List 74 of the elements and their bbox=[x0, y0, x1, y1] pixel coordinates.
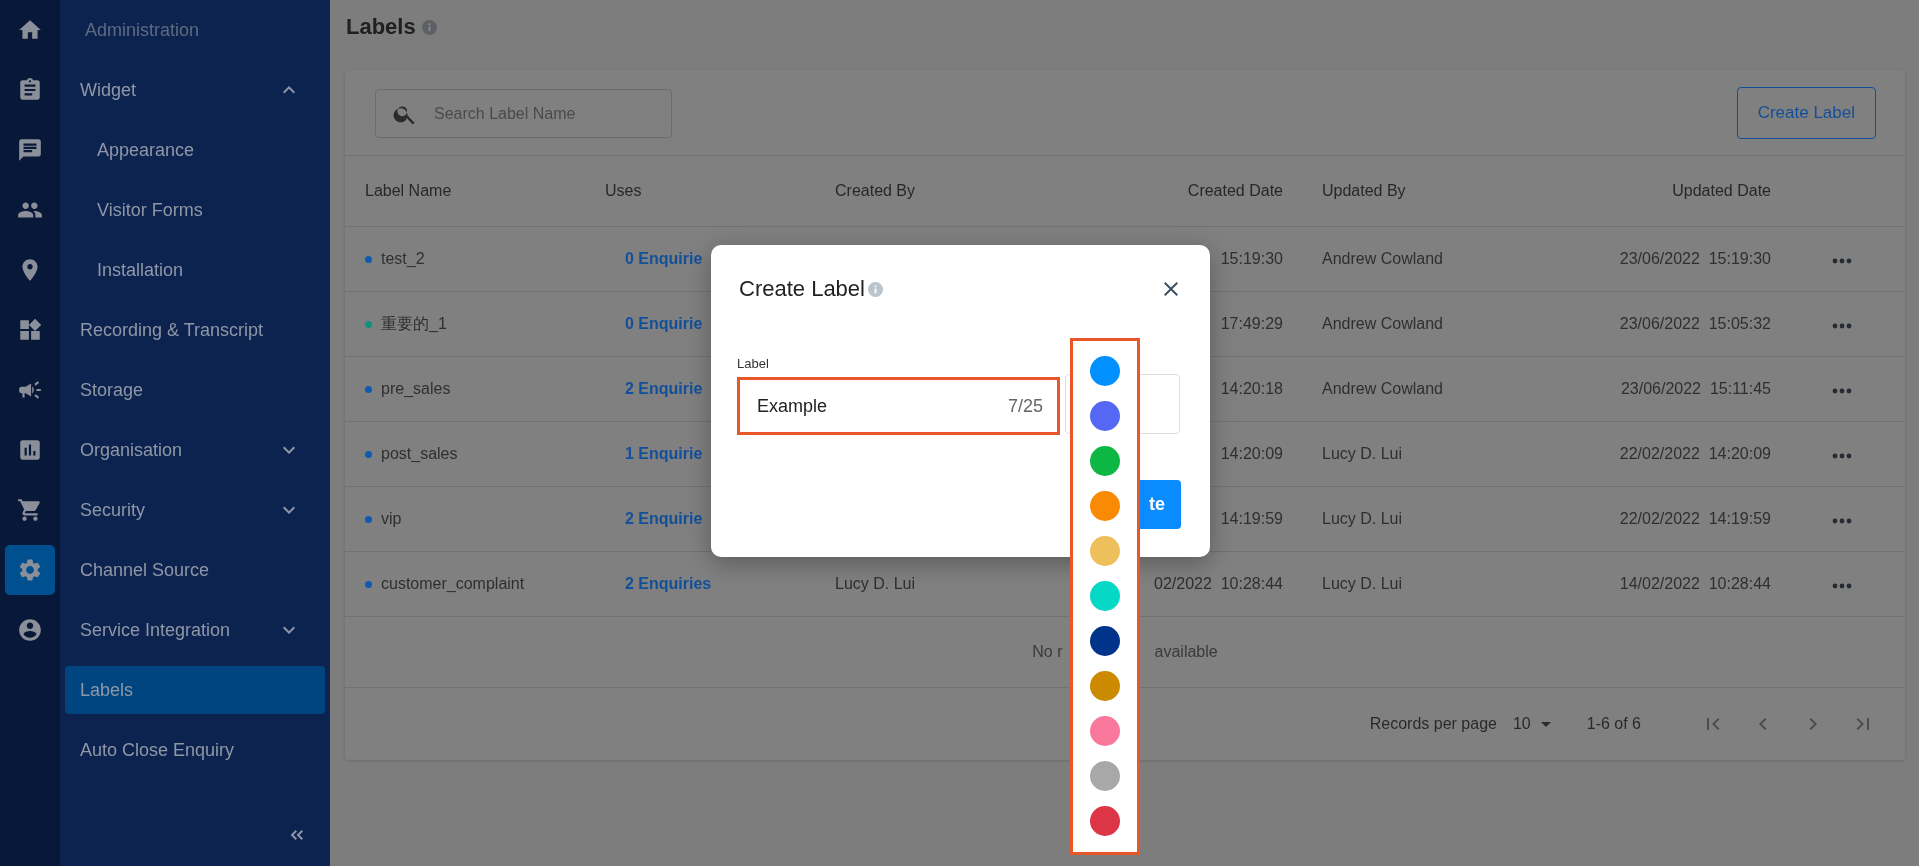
empty-message: available bbox=[1154, 643, 1218, 661]
table-cell: Andrew Cowland bbox=[1322, 250, 1443, 267]
color-swatch[interactable] bbox=[1090, 716, 1120, 746]
table-cell: 14/02/2022 10:28:44 bbox=[1619, 575, 1771, 592]
sidebar-item[interactable]: Auto Close Enquiry bbox=[65, 726, 325, 774]
dialog-title: Create Label bbox=[739, 276, 865, 302]
color-swatch[interactable] bbox=[1090, 356, 1120, 386]
table-cell: Lucy D. Lui bbox=[1322, 575, 1403, 592]
color-swatch[interactable] bbox=[1090, 446, 1120, 476]
column-header: Label Name bbox=[365, 182, 453, 200]
page-range: 1-6 of 6 bbox=[1586, 715, 1641, 733]
more-icon[interactable] bbox=[1831, 388, 1852, 394]
more-icon[interactable] bbox=[1831, 518, 1852, 524]
table-cell: Lucy D. Lui bbox=[1322, 445, 1403, 462]
table-cell: pre_sales bbox=[381, 380, 451, 398]
table-cell: Andrew Cowland bbox=[1322, 315, 1443, 332]
table-cell: 14:20:18 bbox=[1220, 380, 1283, 397]
color-swatch[interactable] bbox=[1090, 536, 1120, 566]
color-swatch[interactable] bbox=[1090, 491, 1120, 521]
sidebar-item[interactable]: Channel Source bbox=[65, 546, 325, 594]
sidebar-heading: Administration bbox=[84, 19, 200, 41]
table-cell: 22/02/2022 14:20:09 bbox=[1619, 445, 1771, 462]
info-icon bbox=[421, 19, 437, 35]
page-title: Labels bbox=[346, 14, 416, 40]
sidebar-item[interactable]: Recording & Transcript bbox=[65, 306, 325, 354]
settings-icon[interactable] bbox=[5, 545, 55, 595]
sidebar-item[interactable]: Widget bbox=[65, 66, 325, 114]
color-swatch[interactable] bbox=[1090, 581, 1120, 611]
sidebar-item[interactable]: Storage bbox=[65, 366, 325, 414]
column-header: Uses bbox=[605, 182, 643, 200]
column-header: Created Date bbox=[1186, 182, 1284, 200]
sidebar-item[interactable]: Security bbox=[65, 486, 325, 534]
sidebar-item[interactable]: Visitor Forms bbox=[65, 186, 325, 234]
info-icon bbox=[868, 281, 883, 297]
table-cell: vip bbox=[381, 510, 402, 528]
more-icon[interactable] bbox=[1831, 583, 1852, 589]
more-icon[interactable] bbox=[1831, 453, 1852, 459]
color-swatch[interactable] bbox=[1090, 761, 1120, 791]
empty-message: No r bbox=[1032, 643, 1063, 661]
table-cell: Lucy D. Lui bbox=[1322, 510, 1403, 527]
table-cell-text: 重要的_1 bbox=[381, 313, 447, 334]
table-cell: 23/06/2022 15:05:32 bbox=[1619, 315, 1771, 332]
table-cell: 02/2022 10:28:44 bbox=[1154, 575, 1283, 592]
table-cell: Lucy D. Lui bbox=[835, 575, 916, 592]
per-page-select[interactable]: 10 bbox=[1512, 715, 1551, 733]
table-cell: 23/06/2022 15:19:30 bbox=[1619, 250, 1771, 267]
color-swatch[interactable] bbox=[1090, 671, 1120, 701]
color-swatch[interactable] bbox=[1090, 401, 1120, 431]
color-swatch[interactable] bbox=[1090, 626, 1120, 656]
label-input-field[interactable]: Example 7/25 bbox=[737, 377, 1060, 435]
column-header: Updated By bbox=[1321, 182, 1407, 200]
table-cell: 14:20:09 bbox=[1220, 445, 1283, 462]
table-cell: 22/02/2022 14:19:59 bbox=[1619, 510, 1771, 527]
records-per-page-label: Records per page bbox=[1369, 715, 1497, 733]
more-icon[interactable] bbox=[1831, 323, 1852, 329]
table-cell: 14:19:59 bbox=[1220, 510, 1283, 527]
table-cell: Andrew Cowland bbox=[1322, 380, 1443, 397]
more-icon[interactable] bbox=[1831, 258, 1852, 264]
color-swatch[interactable] bbox=[1090, 806, 1120, 836]
column-header: Created By bbox=[835, 182, 917, 200]
caret-icon bbox=[1540, 721, 1551, 727]
sidebar-item[interactable]: Appearance bbox=[65, 126, 325, 174]
table-cell: 17:49:29 bbox=[1220, 315, 1283, 332]
table-cell: 23/06/2022 15:11:45 bbox=[1620, 380, 1771, 397]
sidebar-item[interactable]: Organisation bbox=[65, 426, 325, 474]
table-cell: 15:19:30 bbox=[1220, 250, 1283, 267]
table-cell: test_2 bbox=[381, 250, 425, 268]
table-cell: customer_complaint bbox=[381, 575, 525, 593]
column-header: Updated Date bbox=[1671, 182, 1772, 200]
sidebar-item[interactable]: Installation bbox=[65, 246, 325, 294]
field-label: Label bbox=[737, 356, 770, 371]
sidebar-item[interactable]: Labels bbox=[65, 666, 325, 714]
table-cell: post_sales bbox=[381, 445, 458, 463]
sidebar-item[interactable]: Service Integration bbox=[65, 606, 325, 654]
